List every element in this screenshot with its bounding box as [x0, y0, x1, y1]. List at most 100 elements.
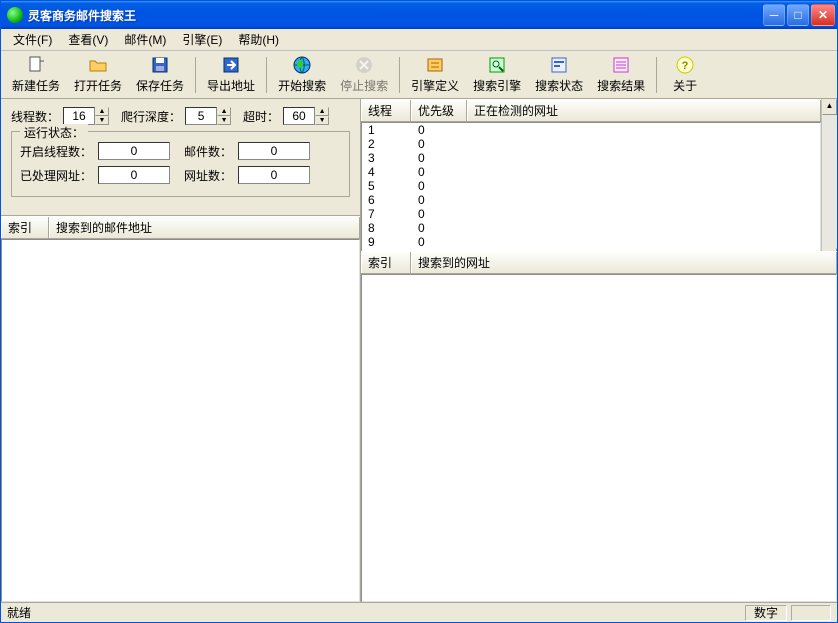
- minimize-button[interactable]: ─: [763, 4, 785, 26]
- table-row[interactable]: 10: [362, 123, 820, 137]
- search-state-button[interactable]: 搜索状态: [528, 52, 590, 97]
- export-addr-button[interactable]: 导出地址: [200, 52, 262, 97]
- threads-down[interactable]: ▼: [95, 116, 109, 125]
- search-state-icon: [549, 55, 569, 75]
- settings-panel: 线程数： ▲▼ 爬行深度： ▲▼ 超时： ▲▼ 运行状态：: [1, 99, 360, 205]
- thread-priority: 0: [412, 193, 468, 207]
- open-task-button[interactable]: 打开任务: [67, 52, 129, 97]
- thread-url: [468, 165, 820, 179]
- new-task-button[interactable]: 新建任务: [5, 52, 67, 97]
- thread-priority: 0: [412, 151, 468, 165]
- url-col-index[interactable]: 索引: [361, 252, 411, 273]
- menubar: 文件(F) 查看(V) 邮件(M) 引擎(E) 帮助(H): [1, 29, 837, 51]
- toolbar-separator: [266, 57, 267, 93]
- table-row[interactable]: 30: [362, 151, 820, 165]
- thread-id: 9: [362, 235, 412, 249]
- depth-input[interactable]: [185, 107, 217, 125]
- threads-col-priority[interactable]: 优先级: [411, 100, 467, 121]
- url-count-label: 网址数：: [176, 167, 232, 184]
- search-engine-label: 搜索引擎: [473, 77, 521, 94]
- thread-url: [468, 193, 820, 207]
- search-result-button[interactable]: 搜索结果: [590, 52, 652, 97]
- url-list-body[interactable]: [361, 274, 837, 602]
- scroll-track[interactable]: [822, 115, 837, 248]
- mail-col-index[interactable]: 索引: [1, 217, 49, 238]
- app-icon: [7, 7, 23, 23]
- maximize-button[interactable]: □: [787, 4, 809, 26]
- url-count-value: 0: [238, 166, 310, 184]
- table-row[interactable]: 60: [362, 193, 820, 207]
- timeout-up[interactable]: ▲: [315, 107, 329, 116]
- engine-def-button[interactable]: 引擎定义: [404, 52, 466, 97]
- thread-id: 1: [362, 123, 412, 137]
- save-task-button[interactable]: 保存任务: [129, 52, 191, 97]
- threads-body[interactable]: 102030405060708090100: [361, 122, 821, 264]
- export-icon: [221, 55, 241, 75]
- status-groupbox: 运行状态： 开启线程数： 0 邮件数： 0 已处理网址： 0 网址数： 0: [11, 131, 350, 197]
- mail-list-body[interactable]: [1, 239, 360, 602]
- threads-col-url[interactable]: 正在检测的网址: [467, 100, 821, 121]
- table-row[interactable]: 90: [362, 235, 820, 249]
- save-icon: [150, 55, 170, 75]
- table-row[interactable]: 40: [362, 165, 820, 179]
- url-list-header: 索引 搜索到的网址: [361, 251, 837, 274]
- folder-open-icon: [88, 55, 108, 75]
- table-row[interactable]: 70: [362, 207, 820, 221]
- menu-engine[interactable]: 引擎(E): [174, 29, 230, 50]
- status-ready: 就绪: [7, 604, 31, 621]
- thread-id: 7: [362, 207, 412, 221]
- thread-url: [468, 235, 820, 249]
- processed-url-label: 已处理网址：: [20, 167, 92, 184]
- export-addr-label: 导出地址: [207, 77, 255, 94]
- thread-id: 3: [362, 151, 412, 165]
- status-num: 数字: [745, 605, 787, 621]
- toolbar-separator: [399, 57, 400, 93]
- threads-header: 线程 优先级 正在检测的网址: [361, 99, 821, 122]
- threads-col-thread[interactable]: 线程: [361, 100, 411, 121]
- scroll-up-button[interactable]: ▲: [822, 99, 837, 115]
- table-row[interactable]: 20: [362, 137, 820, 151]
- thread-priority: 0: [412, 165, 468, 179]
- titlebar: 灵客商务邮件搜索王 ─ □ ✕: [1, 1, 837, 29]
- close-button[interactable]: ✕: [811, 4, 835, 26]
- depth-up[interactable]: ▲: [217, 107, 231, 116]
- mail-col-address[interactable]: 搜索到的邮件地址: [49, 217, 360, 238]
- timeout-input[interactable]: [283, 107, 315, 125]
- table-row[interactable]: 50: [362, 179, 820, 193]
- stop-search-button[interactable]: 停止搜索: [333, 52, 395, 97]
- save-task-label: 保存任务: [136, 77, 184, 94]
- timeout-spinner[interactable]: ▲▼: [283, 107, 329, 125]
- timeout-down[interactable]: ▼: [315, 116, 329, 125]
- thread-priority: 0: [412, 207, 468, 221]
- open-task-label: 打开任务: [74, 77, 122, 94]
- depth-down[interactable]: ▼: [217, 116, 231, 125]
- menu-mail[interactable]: 邮件(M): [116, 29, 174, 50]
- thread-priority: 0: [412, 137, 468, 151]
- threads-up[interactable]: ▲: [95, 107, 109, 116]
- window-title: 灵客商务邮件搜索王: [28, 7, 763, 24]
- thread-priority: 0: [412, 235, 468, 249]
- threads-spinner[interactable]: ▲▼: [63, 107, 109, 125]
- menu-view[interactable]: 查看(V): [60, 29, 116, 50]
- search-engine-button[interactable]: 搜索引擎: [466, 52, 528, 97]
- depth-spinner[interactable]: ▲▼: [185, 107, 231, 125]
- threads-input[interactable]: [63, 107, 95, 125]
- status-legend: 运行状态：: [20, 124, 88, 141]
- right-column: 线程 优先级 正在检测的网址 102030405060708090100 ▲ ▼…: [361, 99, 837, 602]
- open-threads-label: 开启线程数：: [20, 143, 92, 160]
- help-icon: ?: [675, 55, 695, 75]
- url-col-url[interactable]: 搜索到的网址: [411, 252, 837, 273]
- start-search-button[interactable]: 开始搜索: [271, 52, 333, 97]
- table-row[interactable]: 80: [362, 221, 820, 235]
- menu-file[interactable]: 文件(F): [5, 29, 60, 50]
- threads-table: 线程 优先级 正在检测的网址 102030405060708090100 ▲ ▼: [361, 99, 837, 251]
- globe-icon: [292, 55, 312, 75]
- new-task-label: 新建任务: [12, 77, 60, 94]
- thread-url: [468, 207, 820, 221]
- open-threads-value: 0: [98, 142, 170, 160]
- thread-priority: 0: [412, 123, 468, 137]
- thread-priority: 0: [412, 179, 468, 193]
- about-button[interactable]: ? 关于: [661, 52, 709, 97]
- threads-scrollbar[interactable]: ▲ ▼: [821, 99, 837, 264]
- menu-help[interactable]: 帮助(H): [230, 29, 287, 50]
